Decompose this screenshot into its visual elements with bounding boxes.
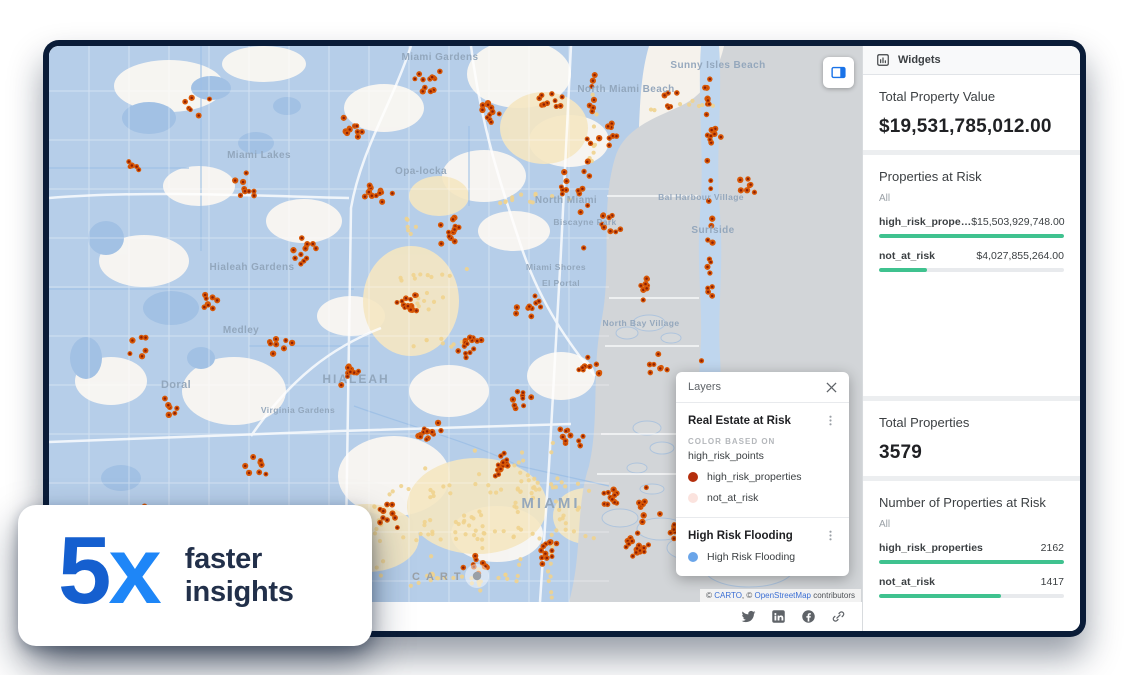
widget-number-properties-at-risk: Number of Properties at Risk All high_ri…	[863, 481, 1080, 631]
legend-item: high_risk_properties	[688, 471, 837, 483]
widgets-header: Widgets	[863, 46, 1080, 75]
layer-menu-icon[interactable]	[824, 414, 837, 427]
filter-label: All	[879, 193, 891, 204]
category-bar	[879, 560, 1064, 564]
svg-text:CART: CART	[412, 571, 467, 583]
widgets-title: Widgets	[898, 54, 941, 66]
widget-total-properties: Total Properties 3579	[863, 401, 1080, 476]
bar-chart-icon	[877, 54, 889, 66]
category-bar	[879, 234, 1064, 238]
svg-text:MIAMI: MIAMI	[521, 495, 580, 512]
filter-label: All	[879, 519, 891, 530]
total-properties-value: 3579	[879, 442, 923, 463]
legend-dot-high-risk	[688, 472, 698, 482]
layer-high-risk-flooding: High Risk Flooding High Risk Flooding	[676, 517, 849, 576]
category-bar	[879, 594, 1064, 598]
legend-item: High Risk Flooding	[688, 551, 837, 563]
color-based-on-label: COLOR BASED ON	[688, 437, 776, 446]
svg-text:Medley: Medley	[223, 325, 259, 336]
layer-real-estate-at-risk: Real Estate at Risk COLOR BASED ON high_…	[676, 403, 849, 517]
layer-name: Real Estate at Risk	[688, 414, 791, 427]
svg-text:North Miami Beach: North Miami Beach	[577, 84, 674, 95]
svg-text:North Miami: North Miami	[535, 195, 597, 206]
toggle-panel-button[interactable]	[823, 57, 854, 88]
layer-name: High Risk Flooding	[688, 529, 793, 542]
legend-dot-flooding	[688, 552, 698, 562]
svg-text:Miami Gardens: Miami Gardens	[402, 52, 479, 63]
widget-total-property-value: Total Property Value $19,531,785,012.00	[863, 75, 1080, 150]
close-icon[interactable]	[826, 381, 837, 393]
svg-text:Surfside: Surfside	[691, 225, 734, 236]
layers-panel-title: Layers	[688, 381, 722, 393]
map-attribution: © CARTO, © OpenStreetMap contributors	[700, 589, 861, 602]
svg-text:Miami Shores: Miami Shores	[526, 262, 586, 272]
category-row[interactable]: not_at_risk $4,027,855,264.00	[879, 250, 1064, 262]
svg-text:HIALEAH: HIALEAH	[322, 372, 389, 386]
svg-text:Miami Lakes: Miami Lakes	[227, 150, 291, 161]
legend-item: not_at_risk	[688, 492, 837, 504]
svg-text:Virginia Gardens: Virginia Gardens	[261, 405, 335, 415]
layers-panel: Layers Real Estate at Risk COLOR BASED O…	[676, 372, 849, 576]
openstreetmap-link[interactable]: OpenStreetMap	[754, 591, 810, 600]
category-row[interactable]: high_risk_properties 2162	[879, 542, 1064, 554]
svg-text:Bal Harbour Village: Bal Harbour Village	[658, 192, 744, 202]
facebook-icon[interactable]	[801, 609, 816, 624]
twitter-icon[interactable]	[741, 609, 756, 624]
promo-card: 5x faster insights	[18, 505, 372, 646]
svg-text:Sunny Isles Beach: Sunny Isles Beach	[670, 60, 765, 71]
svg-text:Doral: Doral	[161, 379, 191, 391]
linkedin-icon[interactable]	[771, 609, 786, 624]
widget-properties-at-risk: Properties at Risk All high_risk_prope… …	[863, 155, 1080, 396]
carto-link[interactable]: CARTO	[714, 591, 742, 600]
category-bar	[879, 268, 1064, 272]
link-icon[interactable]	[831, 609, 846, 624]
layer-menu-icon[interactable]	[824, 529, 837, 542]
svg-text:El Portal: El Portal	[542, 278, 580, 288]
svg-text:Hialeah Gardens: Hialeah Gardens	[210, 262, 295, 273]
svg-text:Opa-locka: Opa-locka	[395, 166, 447, 177]
panel-layout-icon	[831, 66, 846, 79]
promo-caption: faster insights	[184, 542, 294, 608]
widgets-sidebar: Widgets Total Property Value $19,531,785…	[862, 46, 1080, 631]
promo-multiplier: 5x	[58, 516, 162, 624]
svg-text:North Bay Village: North Bay Village	[602, 318, 679, 328]
category-row[interactable]: not_at_risk 1417	[879, 576, 1064, 588]
category-row[interactable]: high_risk_prope… $15,503,929,748.00	[879, 216, 1065, 228]
total-property-value: $19,531,785,012.00	[879, 116, 1052, 137]
color-based-on-field: high_risk_points	[688, 450, 764, 462]
svg-text:Biscayne Park: Biscayne Park	[553, 217, 616, 227]
legend-dot-not-at-risk	[688, 493, 698, 503]
